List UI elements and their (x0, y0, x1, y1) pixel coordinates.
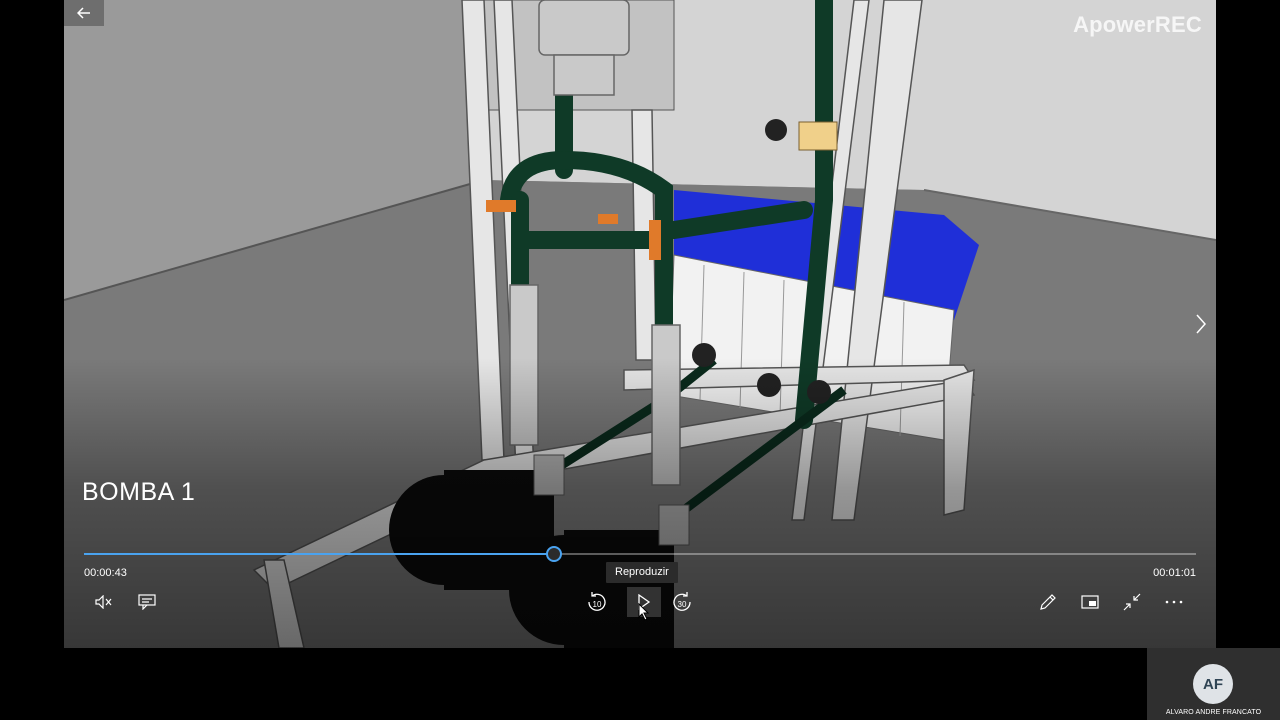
watermark: ApowerREC (1073, 12, 1202, 37)
edit-button[interactable] (1035, 589, 1061, 615)
total-duration: 00:01:01 (1153, 567, 1196, 579)
mute-icon (95, 595, 112, 609)
pencil-icon (1040, 594, 1056, 610)
seek-bar-progress (84, 553, 555, 555)
play-tooltip: Reproduzir (606, 562, 678, 583)
video-title: BOMBA 1 (82, 478, 196, 506)
exit-fullscreen-icon (1123, 593, 1141, 611)
mini-view-icon (1081, 595, 1099, 609)
svg-text:10: 10 (593, 600, 602, 609)
avatar: AF (1193, 664, 1233, 704)
exit-fullscreen-button[interactable] (1119, 589, 1145, 615)
current-time: 00:00:43 (84, 567, 127, 579)
subtitles-icon (138, 594, 156, 610)
back-arrow-icon (77, 7, 90, 19)
more-options-button[interactable] (1161, 589, 1187, 615)
skip-forward-button[interactable]: 30 (669, 589, 695, 615)
skip-back-10-icon: 10 (588, 592, 606, 611)
subtitles-button[interactable] (134, 589, 160, 615)
mini-view-button[interactable] (1077, 589, 1103, 615)
meeting-bottom-bar (0, 648, 1280, 720)
seek-bar[interactable] (84, 546, 1196, 562)
video-player[interactable]: ApowerREC BOMBA 1 00:00:43 00:01:01 Repr… (64, 0, 1216, 648)
back-button[interactable] (64, 0, 104, 26)
next-video-button[interactable] (1190, 310, 1212, 338)
svg-text:30: 30 (678, 600, 687, 609)
more-icon (1165, 600, 1183, 604)
mouse-cursor-icon (638, 603, 650, 621)
participant-name: ALVARO ANDRE FRANCATO (1165, 709, 1262, 716)
skip-back-button[interactable]: 10 (584, 589, 610, 615)
mute-button[interactable] (91, 589, 117, 615)
skip-forward-30-icon: 30 (673, 592, 691, 611)
participant-tile[interactable]: AF ALVARO ANDRE FRANCATO (1147, 648, 1280, 720)
chevron-right-icon (1196, 314, 1207, 334)
